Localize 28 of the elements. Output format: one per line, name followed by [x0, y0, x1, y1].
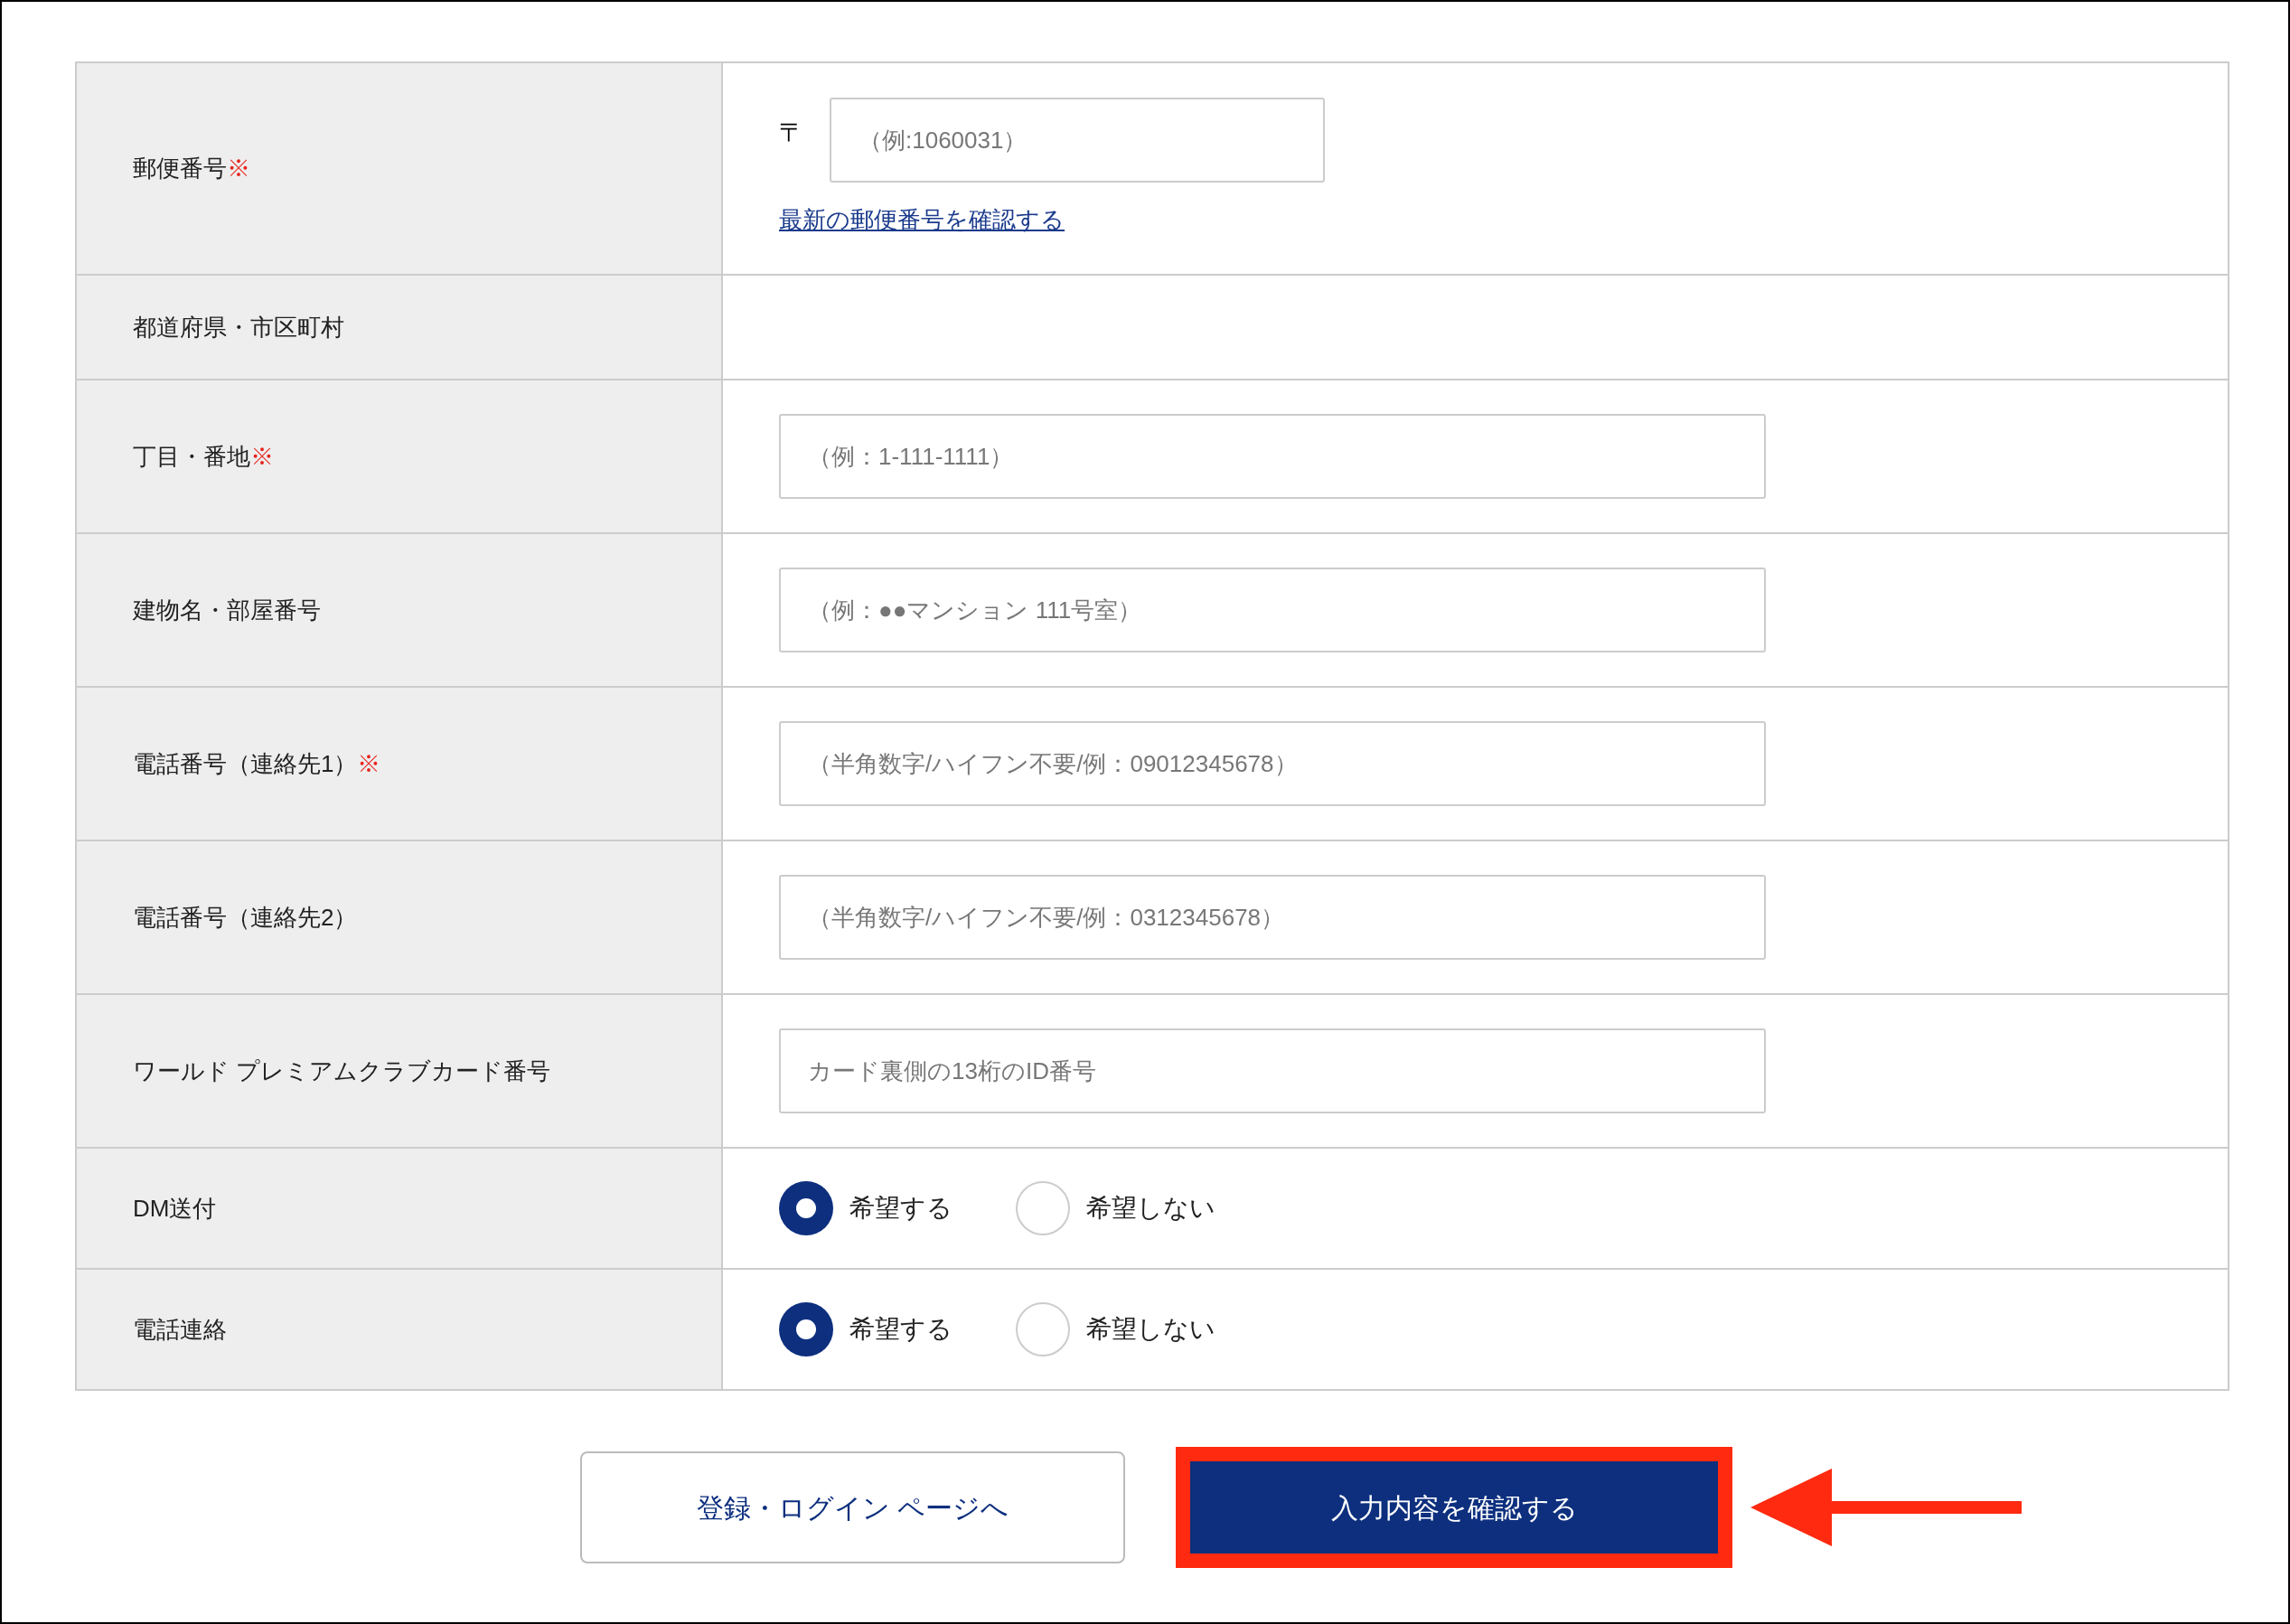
radio-label: 希望しない [1086, 1193, 1215, 1224]
input-field[interactable]: （例：●●マンション 111号室） [779, 568, 1766, 652]
input-field[interactable]: （例：1-111-1111） [779, 414, 1766, 499]
input-field[interactable]: カード裏側の13桁のID番号 [779, 1028, 1766, 1113]
field-label: ワールド プレミアムクラブカード番号 [133, 1056, 551, 1086]
radio-button[interactable] [779, 1181, 833, 1235]
radio-label: 希望しない [1086, 1314, 1215, 1345]
radio-label: 希望する [849, 1193, 953, 1224]
field-label: 電話番号（連絡先1）※ [133, 748, 381, 779]
field-label: DM送付 [133, 1193, 217, 1224]
input-field[interactable]: （半角数字/ハイフン不要/例：0312345678） [779, 875, 1766, 960]
radio-button[interactable] [1016, 1302, 1070, 1356]
field-label: 電話番号（連絡先2） [133, 902, 358, 933]
back-button[interactable]: 登録・ログイン ページへ [580, 1451, 1125, 1563]
field-label: 建物名・部屋番号 [133, 595, 321, 625]
radio-button[interactable] [1016, 1181, 1070, 1235]
input-field[interactable]: （半角数字/ハイフン不要/例：09012345678） [779, 721, 1766, 806]
postal-mark: 〒 [779, 117, 804, 148]
input-field[interactable]: （例:1060031） [830, 98, 1325, 183]
confirm-button[interactable]: 入力内容を確認する [1190, 1461, 1718, 1554]
field-label: 丁目・番地※ [133, 441, 274, 472]
radio-button[interactable] [779, 1302, 833, 1356]
radio-label: 希望する [849, 1314, 953, 1345]
field-label: 郵便番号※ [133, 154, 250, 183]
field-label: 都道府県・市区町村 [133, 312, 344, 343]
postal-code-link[interactable]: 最新の郵便番号を確認する [779, 202, 1065, 238]
arrow-icon [1750, 1469, 2022, 1546]
field-label: 電話連絡 [133, 1314, 227, 1345]
